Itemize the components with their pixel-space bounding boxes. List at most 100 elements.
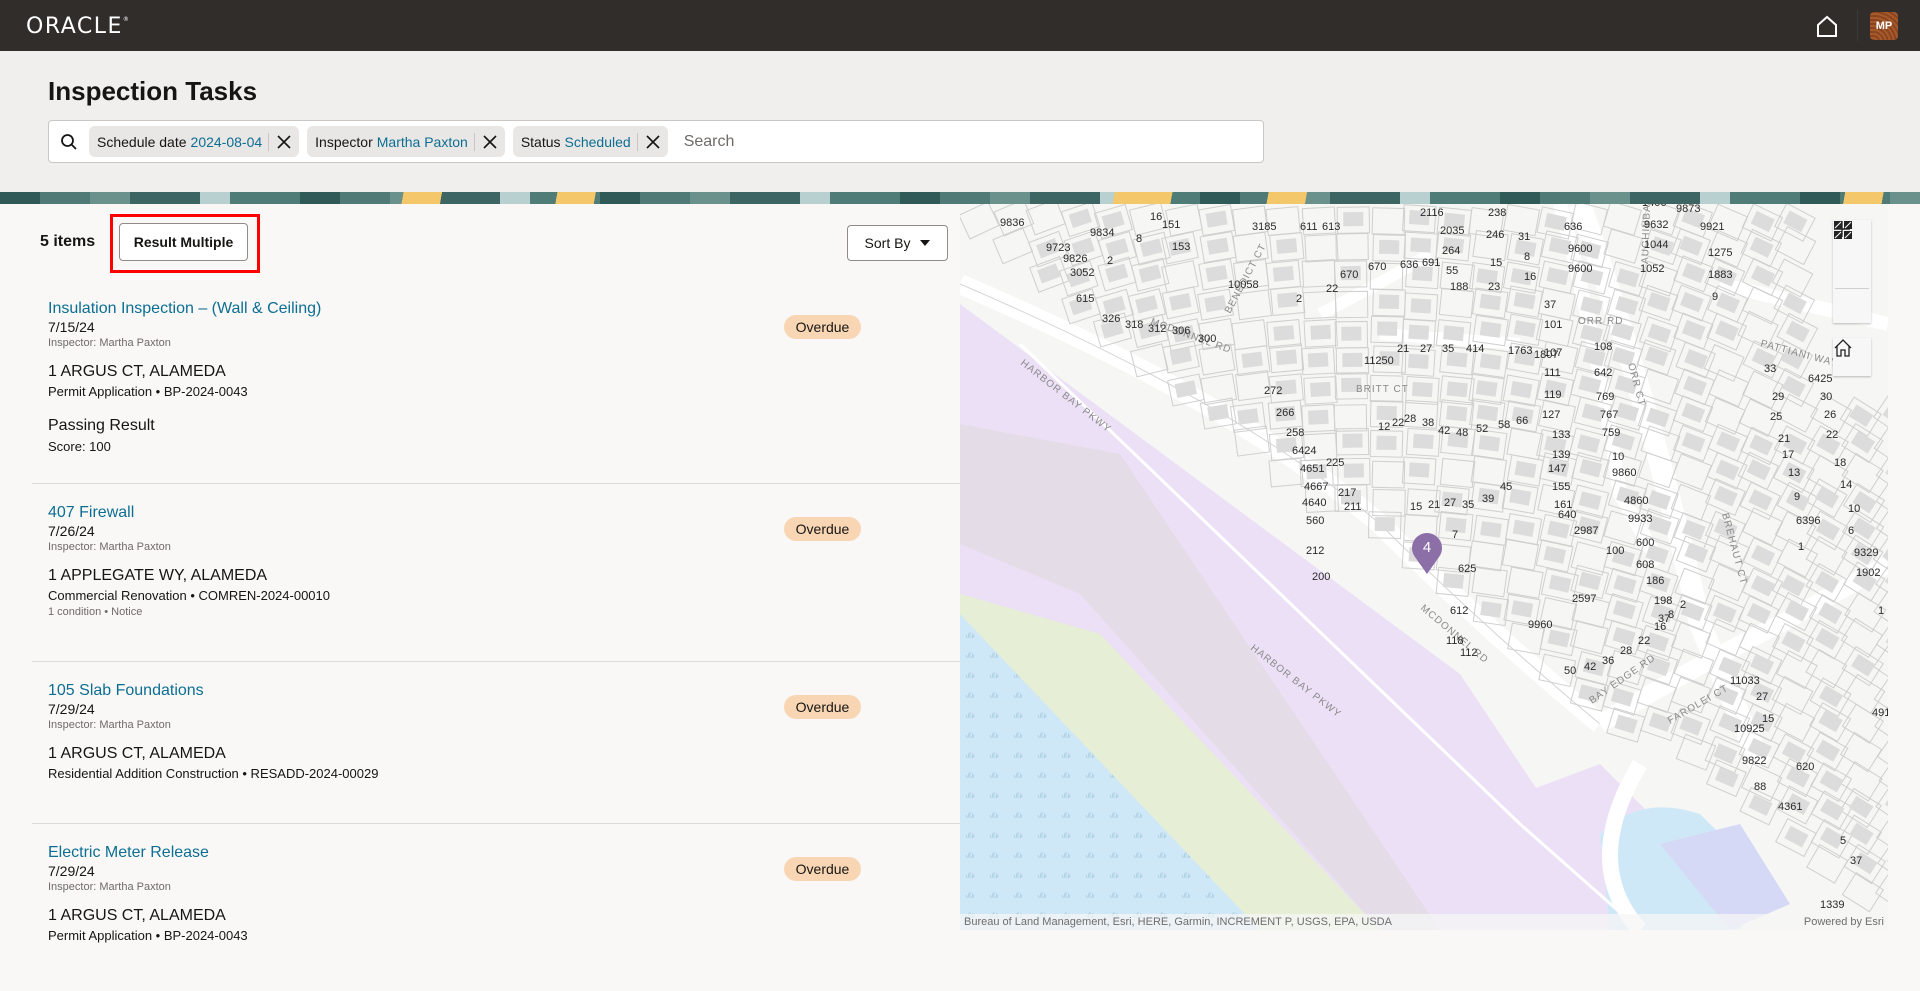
street-label: BRITT CT (1356, 384, 1409, 395)
filter-chip-inspector[interactable]: Inspector Martha Paxton (307, 126, 505, 157)
caret-down-icon (920, 240, 931, 246)
task-result: Passing Result (48, 417, 155, 434)
address-label: 27 (1444, 497, 1456, 509)
zoom-controls (1833, 220, 1871, 323)
address-label: 225 (1326, 457, 1344, 469)
task-list-item[interactable]: 105 Slab Foundations 7/29/24 Inspector: … (32, 662, 960, 824)
address-label: 9873 (1676, 204, 1700, 215)
building (1276, 238, 1298, 254)
street-label: ORR RD (1578, 316, 1623, 327)
address-label: 21 (1428, 499, 1440, 511)
task-list-item[interactable]: 407 Firewall 7/26/24 Inspector: Martha P… (32, 484, 960, 662)
close-icon[interactable] (269, 126, 299, 157)
address-label: 58 (1498, 419, 1510, 431)
avatar-initials: MP (1875, 20, 1893, 32)
address-label: 4640 (1302, 497, 1326, 509)
address-label: 2987 (1574, 525, 1598, 537)
basemap-toggle-button[interactable] (1833, 221, 1871, 323)
search-bar[interactable]: Schedule date 2024-08-04 Inspector Marth… (48, 120, 1264, 163)
address-label: 118 (1446, 635, 1464, 647)
filter-chip-status[interactable]: Status Scheduled (512, 126, 668, 157)
address-label: 100 (1606, 545, 1624, 557)
close-icon[interactable] (638, 126, 668, 157)
top-bar: ORACLE® MP (0, 0, 1920, 51)
address-label: 35 (1462, 499, 1474, 511)
address-label: 30 (1820, 391, 1832, 403)
address-label: 42 (1584, 661, 1596, 673)
user-avatar[interactable]: MP (1870, 12, 1898, 40)
filter-chip-schedule-date[interactable]: Schedule date 2024-08-04 (89, 126, 300, 157)
address-label: 151 (1162, 219, 1180, 231)
address-label: 22 (1392, 417, 1404, 429)
address-label: 1883 (1708, 269, 1732, 281)
address-label: 1052 (1640, 263, 1664, 275)
task-list-item[interactable]: Insulation Inspection – (Wall & Ceiling)… (32, 300, 960, 484)
zoom-out-button[interactable] (1833, 228, 1871, 288)
map-home-button[interactable] (1833, 338, 1871, 376)
address-label: 13 (1788, 467, 1800, 479)
address-label: 153 (1172, 241, 1190, 253)
cluster-count: 4 (1422, 539, 1432, 556)
task-date: 7/29/24 (48, 863, 95, 879)
address-label: 9822 (1742, 755, 1766, 767)
search-input[interactable] (675, 122, 1263, 161)
building (1378, 239, 1400, 255)
task-address: 1 ARGUS CT, ALAMEDA (48, 363, 226, 380)
address-label: 127 (1542, 409, 1560, 421)
task-title-link[interactable]: 407 Firewall (48, 504, 134, 522)
address-label: 16 (1150, 211, 1162, 223)
address-label: 11250 (1364, 355, 1394, 367)
address-label: 26 (1824, 409, 1836, 421)
address-label: 133 (1552, 429, 1570, 441)
building (1237, 408, 1259, 425)
home-icon[interactable] (1814, 13, 1840, 39)
address-label: 33 (1764, 363, 1776, 375)
address-label: 612 (1450, 605, 1468, 617)
task-permit: Commercial Renovation • COMREN-2024-0001… (48, 588, 331, 603)
address-label: 21 (1778, 433, 1790, 445)
address-label: 9 (1712, 291, 1718, 303)
address-label: 37 (1544, 299, 1556, 311)
address-label: 36 (1602, 655, 1614, 667)
filter-key: Inspector (315, 133, 373, 150)
map-cluster-pin[interactable]: 4 (1410, 533, 1444, 575)
address-label: 613 (1322, 221, 1340, 233)
task-inspector: Inspector: Martha Paxton (48, 881, 171, 893)
result-multiple-button[interactable]: Result Multiple (119, 223, 248, 261)
address-label: 211 (1344, 501, 1362, 513)
status-badge: Overdue (784, 315, 861, 339)
building (1478, 434, 1501, 452)
address-label: 769 (1596, 391, 1614, 403)
task-conditions: 1 condition • Notice (48, 606, 143, 618)
address-label: 66 (1516, 415, 1528, 427)
task-address: 1 APPLEGATE WY, ALAMEDA (48, 567, 268, 584)
building (1378, 294, 1400, 309)
address-label: 2035 (1440, 225, 1464, 237)
task-title-link[interactable]: 105 Slab Foundations (48, 682, 204, 700)
task-title-link[interactable]: Electric Meter Release (48, 844, 209, 862)
address-label: 238 (1488, 207, 1506, 219)
powered-by-esri[interactable]: Powered by Esri (1804, 916, 1884, 928)
building (1241, 351, 1264, 369)
task-inspector: Inspector: Martha Paxton (48, 719, 171, 731)
building (1479, 321, 1502, 338)
address-label: 52 (1476, 423, 1488, 435)
task-list-item[interactable]: Electric Meter Release 7/29/24 Inspector… (32, 824, 960, 991)
address-label: 9 (1794, 491, 1800, 503)
address-label: 759 (1602, 427, 1620, 439)
building (1412, 433, 1434, 449)
address-label: 620 (1796, 761, 1814, 773)
address-label: 7 (1452, 529, 1458, 541)
filter-key: Status (520, 133, 561, 150)
address-label: 3052 (1070, 267, 1094, 279)
address-label: 258 (1286, 427, 1304, 439)
sort-by-button[interactable]: Sort By (847, 225, 948, 261)
task-date: 7/29/24 (48, 701, 95, 717)
address-label: 42 (1438, 425, 1450, 437)
search-icon[interactable] (49, 121, 89, 162)
address-label: 217 (1338, 487, 1356, 499)
close-icon[interactable] (475, 126, 505, 157)
address-label: 640 (1558, 509, 1576, 521)
task-title-link[interactable]: Insulation Inspection – (Wall & Ceiling) (48, 300, 321, 318)
address-label: 670 (1368, 261, 1386, 273)
